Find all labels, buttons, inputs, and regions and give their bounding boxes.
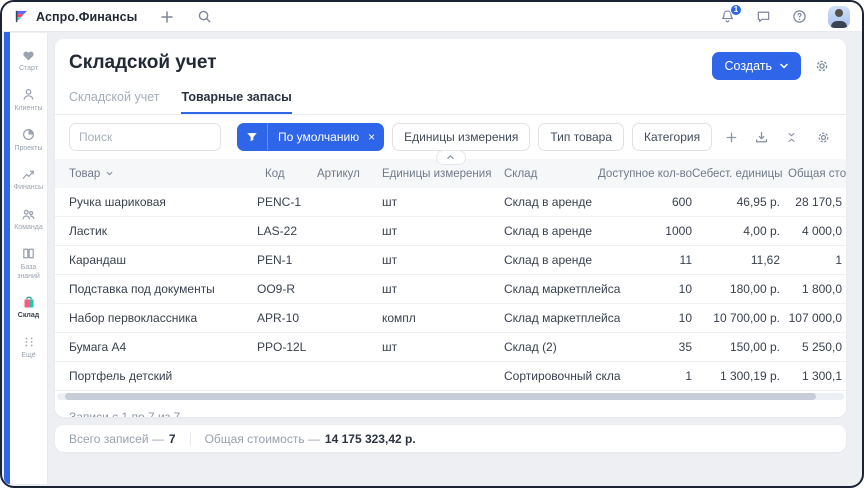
column-header[interactable]: Общая стоимо [780,168,842,180]
column-header[interactable]: Артикул [312,168,377,180]
clients-icon [21,87,37,103]
total-cost: Общая стоимость — 14 175 323,42 р. [205,432,416,446]
add-tab-icon[interactable] [159,9,175,25]
chevron-down-icon [779,61,789,71]
column-header[interactable]: Себест. единицы [692,168,780,180]
sidebar-item-finance[interactable]: Финансы [10,166,48,193]
chevron-up-icon [446,153,455,162]
search-input[interactable] [69,123,221,151]
active-filter-chip[interactable]: По умолчанию × [237,123,384,151]
sidebar: Старт Клиенты Проекты Финансы Команда Ба… [10,33,48,484]
sidebar-item-start[interactable]: Старт [10,47,48,74]
column-header[interactable]: Доступное кол-во [590,168,692,180]
export-download-icon[interactable] [754,129,770,145]
warehouse-card: Складской учет Создать Складской учет Тов… [55,39,846,417]
projects-icon [21,127,37,143]
scrollbar-thumb[interactable] [65,393,816,400]
finance-icon [21,166,37,182]
table-row[interactable]: Ластик LAS-22 шт Склад в аренде 1000 4,0… [55,217,846,246]
table-row[interactable]: Портфель детский Сортировочный скла 1 1 … [55,362,846,391]
total-records: Всего записей — 7 [69,432,176,446]
content-area: Складской учет Создать Складской учет Тов… [48,33,860,484]
table-row[interactable]: Ручка шариковая PENC-1 шт Склад в аренде… [55,188,846,217]
inventory-table: Товар Код Артикул Единицы измерения Скла… [55,159,846,391]
column-header-sort[interactable]: Товар [69,168,257,180]
funnel-icon [237,123,268,151]
start-icon [21,47,37,63]
sidebar-item-more[interactable]: Ещё [10,334,48,361]
app-window: Аспро.Финансы 1 Старт [0,0,864,488]
collapse-rows-icon[interactable] [785,129,801,145]
records-count: Записи с 1 по 7 из 7 [55,400,846,417]
search-icon[interactable] [197,9,213,25]
app-logo-icon [14,9,29,24]
sidebar-item-knowledge-base[interactable]: База знаний [10,246,48,282]
sort-chevron-icon [105,169,114,178]
notification-badge: 1 [730,4,742,16]
warehouse-icon [21,294,37,310]
topbar: Аспро.Финансы 1 [2,2,862,32]
sidebar-item-team[interactable]: Команда [10,206,48,233]
table-row[interactable]: Бумага А4 PPO-12L шт Склад (2) 35 150,00… [55,333,846,362]
horizontal-scrollbar[interactable] [57,393,844,400]
table-row[interactable]: Подставка под документы OO9-R шт Склад м… [55,275,846,304]
table-row[interactable]: Набор первоклассника APR-10 компл Склад … [55,304,846,333]
filter-chip[interactable]: Единицы измерения [392,123,530,151]
notifications-button[interactable]: 1 [720,9,736,25]
remove-filter-icon[interactable]: × [366,130,384,144]
sidebar-item-clients[interactable]: Клиенты [10,87,48,114]
summary-bar: Всего записей — 7 Общая стоимость — 14 1… [55,425,846,452]
tab[interactable]: Товарные запасы [181,90,291,114]
filter-chip[interactable]: Тип товара [538,123,624,151]
column-header[interactable]: Единицы измерения [377,168,504,180]
column-header[interactable]: Склад [504,168,590,180]
page-settings-icon[interactable] [814,58,830,74]
table-settings-icon[interactable] [816,129,832,145]
create-button[interactable]: Создать [712,52,801,80]
avatar[interactable] [828,6,850,28]
app-name: Аспро.Финансы [36,10,137,24]
page-title: Складской учет [69,52,217,74]
column-header[interactable]: Код [257,168,312,180]
collapse-table-button[interactable] [436,150,466,165]
messages-icon[interactable] [756,9,772,25]
tabs: Складской учет Товарные запасы [55,80,846,114]
filter-chip[interactable]: Категория [632,123,712,151]
team-icon [21,206,37,222]
knowledge-base-icon [21,246,37,262]
sidebar-item-warehouse[interactable]: Склад [10,294,48,321]
more-icon [21,334,37,350]
add-filter-icon[interactable] [724,129,740,145]
sidebar-item-projects[interactable]: Проекты [10,127,48,154]
table-row[interactable]: Карандаш PEN-1 шт Склад в аренде 11 11,6… [55,246,846,275]
help-icon[interactable] [792,9,808,25]
tab[interactable]: Складской учет [69,90,159,114]
